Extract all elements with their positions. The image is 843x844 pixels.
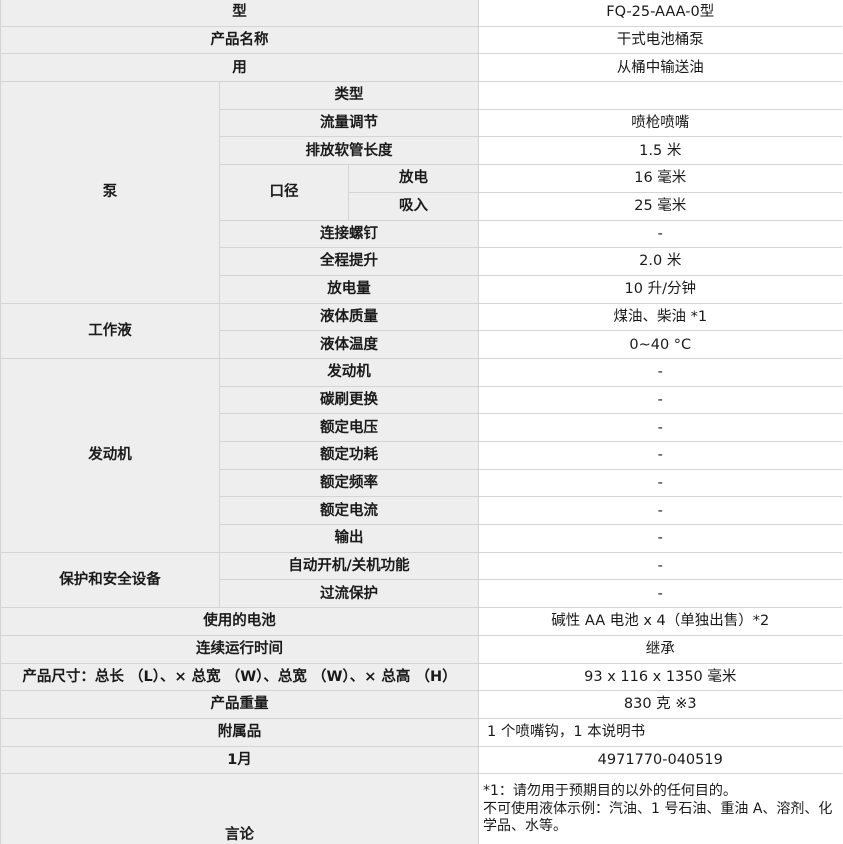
hose-length-label: 排放软管长度: [218, 136, 479, 165]
fluid-group-label: 工作液: [0, 302, 220, 359]
fluid-quality-label: 液体质量: [218, 302, 479, 331]
remarks-label: 言论: [0, 773, 479, 844]
hose-length-value: 1.5 米: [478, 136, 842, 165]
motor-item-label: 额定功耗: [218, 441, 479, 470]
usage-label: 用: [0, 53, 479, 82]
auto-switch-value: -: [478, 551, 842, 580]
motor-item-value: -: [478, 468, 842, 497]
remarks-line: 不可使用液体示例：汽油、1 号石油、重油 A、溶剂、化学品、水等。: [483, 800, 833, 835]
table-row: 用 从桶中输送油: [0, 53, 842, 82]
jan-label: 1月: [0, 745, 479, 774]
screw-value: -: [478, 219, 842, 248]
remarks-line: *1：请勿用于预期目的以外的任何目的。: [483, 783, 737, 799]
table-row: 1月 4971770-040519: [0, 745, 842, 774]
table-row: 产品名称 干式电池桶泵: [0, 25, 842, 54]
overcurrent-value: -: [478, 579, 842, 608]
flow-adjust-label: 流量调节: [218, 108, 479, 137]
motor-item-value: -: [478, 357, 842, 387]
motor-item-label: 额定电压: [218, 413, 479, 442]
battery-label: 使用的电池: [0, 607, 479, 636]
product-name-label: 产品名称: [0, 25, 479, 54]
jan-value: 4971770-040519: [478, 745, 842, 774]
table-row: 产品尺寸：总长 （L）、× 总宽 （W）、总宽 （W）、× 总高 （H） 93 …: [0, 662, 842, 691]
table-row: 言论 *1：请勿用于预期目的以外的任何目的。 不可使用液体示例：汽油、1 号石油…: [0, 773, 842, 844]
table-row: 附属品 1 个喷嘴钩，1 本说明书: [0, 717, 842, 747]
motor-item-label: 额定电流: [218, 496, 479, 525]
model-label: 型: [0, 0, 479, 27]
spec-table: 型 FQ-25-AAA-0型 产品名称 干式电池桶泵 用 从桶中输送油 泵 类型…: [0, 0, 842, 844]
table-row: 产品重量 830 克 ※3: [0, 690, 842, 719]
overcurrent-label: 过流保护: [218, 579, 479, 608]
remarks-value: *1：请勿用于预期目的以外的任何目的。 不可使用液体示例：汽油、1 号石油、重油…: [478, 773, 842, 844]
model-value: FQ-25-AAA-0型: [478, 0, 842, 27]
motor-item-value: -: [478, 524, 842, 553]
lift-value: 2.0 米: [478, 247, 842, 276]
motor-item-value: -: [478, 413, 842, 442]
suction-diameter-value: 25 毫米: [478, 191, 842, 220]
table-row: 型 FQ-25-AAA-0型: [0, 0, 842, 27]
lift-label: 全程提升: [218, 247, 479, 276]
screw-label: 连接螺钉: [218, 219, 479, 248]
accessories-label: 附属品: [0, 717, 479, 747]
motor-group-label: 发动机: [0, 357, 220, 553]
table-row: 保护和安全设备 自动开机/关机功能 -: [0, 551, 842, 608]
fluid-quality-value: 煤油、柴油 *1: [478, 302, 842, 331]
motor-item-label: 发动机: [218, 357, 479, 387]
weight-label: 产品重量: [0, 690, 479, 719]
auto-switch-label: 自动开机/关机功能: [218, 551, 479, 580]
accessories-value: 1 个喷嘴钩，1 本说明书: [478, 717, 842, 747]
diameter-label: 口径: [219, 164, 349, 220]
runtime-label: 连续运行时间: [0, 634, 479, 663]
motor-item-value: -: [478, 496, 842, 525]
battery-value: 碱性 AA 电池 x 4（单独出售）*2: [478, 607, 842, 636]
pump-group-label: 泵: [0, 81, 220, 304]
discharge-volume-value: 10 升/分钟: [478, 274, 842, 304]
motor-item-label: 额定频率: [218, 468, 479, 497]
discharge-volume-label: 放电量: [218, 274, 479, 304]
flow-adjust-value: 喷枪喷嘴: [478, 108, 842, 137]
table-row: 泵 类型: [0, 81, 842, 304]
discharge-diameter-value: 16 毫米: [478, 164, 842, 193]
pump-type-label: 类型: [218, 81, 479, 110]
motor-item-value: -: [478, 385, 842, 414]
motor-item-label: 碳刷更换: [218, 385, 479, 414]
table-row: 发动机 发动机 -: [0, 357, 842, 553]
discharge-diameter-label: 放电: [347, 164, 479, 193]
table-row: 使用的电池 碱性 AA 电池 x 4（单独出售）*2: [0, 607, 842, 636]
weight-value: 830 克 ※3: [478, 690, 842, 719]
usage-value: 从桶中输送油: [478, 53, 842, 82]
motor-item-value: -: [478, 441, 842, 470]
table-row: 连续运行时间 继承: [0, 634, 842, 663]
safety-group-label: 保护和安全设备: [0, 551, 220, 608]
motor-item-label: 输出: [218, 524, 479, 553]
table-row: 工作液 液体质量 煤油、柴油 *1: [0, 302, 842, 359]
fluid-temperature-value: 0~40 °C: [478, 330, 842, 359]
runtime-value: 继承: [478, 634, 842, 663]
pump-type-value: [478, 81, 842, 110]
dimensions-label: 产品尺寸：总长 （L）、× 总宽 （W）、总宽 （W）、× 总高 （H）: [0, 662, 479, 691]
fluid-temperature-label: 液体温度: [218, 330, 479, 359]
dimensions-value: 93 x 116 x 1350 毫米: [478, 662, 842, 691]
product-name-value: 干式电池桶泵: [478, 25, 842, 54]
suction-diameter-label: 吸入: [347, 191, 479, 220]
